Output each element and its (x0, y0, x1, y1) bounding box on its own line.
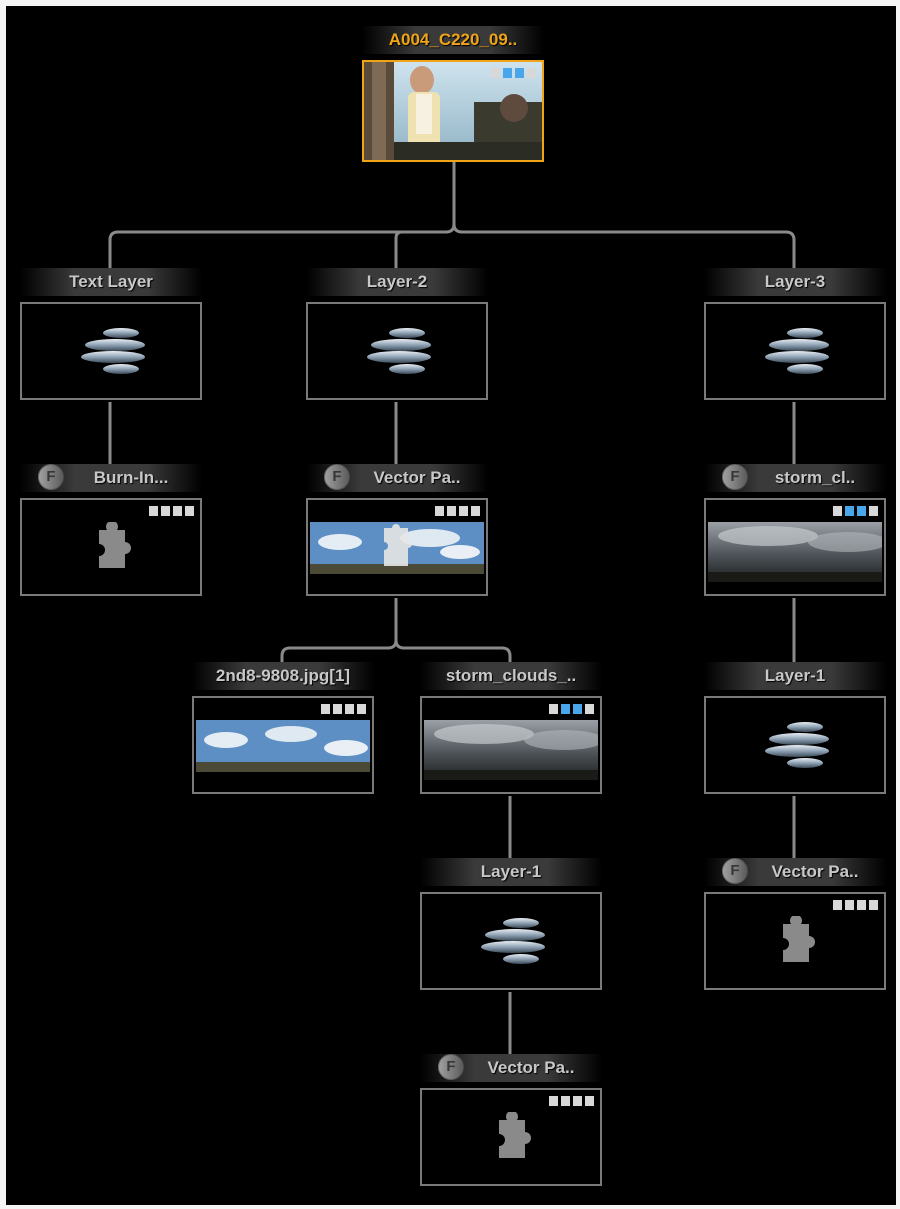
node-thumbnail (704, 696, 886, 794)
layer-icon (81, 328, 145, 374)
node-thumbnail (306, 498, 488, 596)
node-title: 2nd8-9808.jpg[1] (192, 662, 374, 690)
channel-indicators (149, 506, 194, 516)
channel-indicators (833, 900, 878, 910)
vector-paint-node-right[interactable]: F Vector Pa.. (704, 858, 886, 992)
channel-indicators (491, 68, 536, 78)
node-thumbnail (192, 696, 374, 794)
node-thumbnail (20, 498, 202, 596)
root-clip-node[interactable]: A004_C220_09.. (362, 26, 544, 166)
node-title: storm_clouds_.. (420, 662, 602, 690)
node-thumbnail (704, 892, 886, 990)
node-thumbnail (704, 302, 886, 400)
node-title: Vector Pa.. (704, 858, 886, 886)
puzzle-piece-icon (783, 915, 815, 962)
vector-paint-node-1[interactable]: F Vector Pa.. (306, 464, 488, 598)
layer-2-node[interactable]: Layer-2 (306, 268, 488, 402)
node-title: Vector Pa.. (420, 1054, 602, 1082)
node-title: Layer-1 (704, 662, 886, 690)
jpg-image-node[interactable]: 2nd8-9808.jpg[1] (192, 662, 374, 796)
node-title: Burn-In... (20, 464, 202, 492)
node-thumbnail (420, 1088, 602, 1186)
storm-thumbnail-image (708, 522, 882, 582)
node-title: Layer-1 (420, 858, 602, 886)
burn-in-effect-node[interactable]: F Burn-In... (20, 464, 202, 598)
node-graph-canvas[interactable]: A004_C220_09.. Text Layer Layer-2 Layer-… (6, 6, 896, 1205)
sky-thumbnail-image (310, 522, 484, 574)
node-thumbnail (306, 302, 488, 400)
sky-thumbnail-image (196, 720, 370, 772)
channel-indicators (435, 506, 480, 516)
layer-icon (481, 918, 545, 964)
node-thumbnail (420, 696, 602, 794)
layer-3-node[interactable]: Layer-3 (704, 268, 886, 402)
node-title: Layer-2 (306, 268, 488, 296)
node-thumbnail (420, 892, 602, 990)
node-connections (108, 162, 796, 1054)
storm-thumbnail-image (424, 720, 598, 780)
channel-indicators (549, 1096, 594, 1106)
node-thumbnail (362, 60, 544, 162)
channel-indicators (549, 704, 594, 714)
channel-indicators (321, 704, 366, 714)
layer-1-node-mid[interactable]: Layer-1 (420, 858, 602, 992)
storm-clouds-node[interactable]: storm_clouds_.. (420, 662, 602, 796)
node-title: Layer-3 (704, 268, 886, 296)
node-title: A004_C220_09.. (362, 26, 544, 54)
node-title: Vector Pa.. (306, 464, 488, 492)
layer-icon (765, 328, 829, 374)
puzzle-piece-icon (499, 1111, 531, 1158)
layer-icon (367, 328, 431, 374)
puzzle-piece-icon (99, 521, 131, 568)
node-title: Text Layer (20, 268, 202, 296)
layer-icon (765, 722, 829, 768)
storm-clouds-node-top[interactable]: F storm_cl.. (704, 464, 886, 598)
layer-1-node-right[interactable]: Layer-1 (704, 662, 886, 796)
node-thumbnail (20, 302, 202, 400)
vector-paint-node-bottom[interactable]: F Vector Pa.. (420, 1054, 602, 1188)
text-layer-node[interactable]: Text Layer (20, 268, 202, 402)
node-title: storm_cl.. (704, 464, 886, 492)
channel-indicators (833, 506, 878, 516)
node-thumbnail (704, 498, 886, 596)
